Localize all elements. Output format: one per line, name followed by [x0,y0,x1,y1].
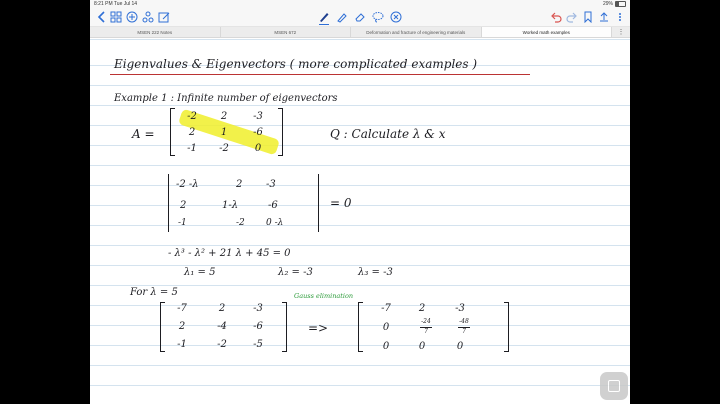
matrix-b-cell: -2 [217,339,227,350]
tab-bar: MSEN 222 Notes MSEN 672 Deformation and … [90,27,630,38]
matrix-c-right-bracket [504,302,509,352]
eigenvalue-3: λ₃ = -3 [358,267,393,278]
tab-label: MSEN 222 Notes [137,29,173,35]
fraction-numerator: -48 [459,318,469,325]
share-icon[interactable] [142,11,154,23]
matrix-c-left-bracket [358,302,363,352]
question-text: Q : Calculate λ & x [330,127,446,141]
matrix-a-cell: 2 [220,111,228,122]
left-letterbox [0,0,90,404]
matrix-b-cell: -7 [177,303,187,314]
for-lambda-label: For λ = 5 [130,287,178,298]
add-page-icon[interactable] [126,11,138,23]
det-cell: -3 [266,179,276,190]
eigenvalue-1: λ₁ = 5 [184,267,216,278]
more-icon[interactable] [614,11,626,23]
upload-icon[interactable] [598,11,610,23]
matrix-a-right-bracket [278,108,283,156]
tab-worked-math-examples[interactable]: Worked math examples [481,27,612,37]
title-underline [110,74,530,75]
note-title: Eigenvalues & Eigenvectors ( more compli… [114,57,478,71]
right-letterbox [630,0,720,404]
det-cell: -2 [236,218,245,228]
tab-label: Worked math examples [522,29,570,35]
gauss-elimination-note: Gauss elimination [294,292,354,300]
fraction-numerator: -24 [421,318,431,325]
matrix-b-right-bracket [282,302,287,352]
matrix-b-cell: -4 [217,321,227,332]
tab-deformation-and-fracture[interactable]: Deformation and fracture of engineering … [351,27,482,37]
matrix-b-cell: -5 [253,339,263,350]
grid-view-icon[interactable] [110,11,122,23]
close-circle-icon[interactable] [390,11,402,23]
battery-icon [615,1,626,7]
det-cell: -6 [268,200,278,211]
eraser-icon[interactable] [354,11,366,23]
matrix-a-left-bracket [170,108,175,156]
matrix-c-cell: 2 [418,303,426,314]
fraction-denominator: 7 [462,328,466,335]
floating-action-button[interactable] [600,372,628,400]
det-cell: 1-λ [222,200,239,211]
back-chevron-icon[interactable] [96,11,108,23]
matrix-a-cell: 2 [188,127,196,138]
matrix-a-cell: -3 [253,111,263,122]
determinant-left-bar [168,174,169,232]
note-page[interactable]: Eigenvalues & Eigenvectors ( more compli… [90,38,630,404]
implies-arrow: => [308,321,329,335]
edit-icon[interactable] [158,11,170,23]
battery-status: 29% [603,1,626,7]
det-cell: -2 -λ [176,179,199,190]
matrix-b-cell: -1 [177,339,187,350]
matrix-a-cell: 0 [254,143,262,154]
matrix-c-cell: 0 [382,322,390,333]
matrix-c-cell: 0 [382,341,390,352]
undo-icon[interactable] [550,11,562,23]
det-cell: -1 [178,218,187,228]
tab-label: MSEN 672 [274,29,297,35]
tabs-more-icon[interactable]: ⋮ [612,27,630,37]
bookmark-icon[interactable] [582,11,594,23]
battery-percent: 29% [602,1,613,7]
characteristic-polynomial: - λ³ - λ² + 21 λ + 45 = 0 [168,248,291,259]
toolbar [90,8,630,27]
matrix-a-cell: 1 [220,127,228,138]
matrix-b-left-bracket [160,302,165,352]
matrix-b-cell: 2 [218,303,226,314]
redo-icon[interactable] [566,11,578,23]
matrix-a-label: A = [132,127,155,141]
fraction-denominator: 7 [424,328,428,335]
determinant-equals: = 0 [330,196,352,210]
matrix-a-cell: -2 [187,111,197,122]
det-cell: 0 -λ [266,218,284,228]
matrix-a-cell: -1 [187,143,197,154]
matrix-c-cell: 0 [456,341,464,352]
lasso-icon[interactable] [372,11,384,23]
status-bar: 8:21 PM Tue Jul 14 29% [90,0,630,8]
tab-label: Deformation and fracture of engineering … [366,29,466,35]
matrix-a-cell: -2 [219,143,229,154]
matrix-b-cell: 2 [178,321,186,332]
determinant-right-bar [318,174,319,232]
matrix-a-cell: -6 [253,127,263,138]
example-heading: Example 1 : Infinite number of eigenvect… [114,93,338,104]
det-cell: 2 [180,200,187,211]
ipad-screen: 8:21 PM Tue Jul 14 29% MSEN 222 Notes MS… [90,0,630,404]
det-cell: 2 [236,179,243,190]
highlighter-icon[interactable] [336,11,348,23]
matrix-c-cell: 0 [418,341,426,352]
status-time: 8:21 PM Tue Jul 14 [94,1,138,7]
pen-icon[interactable] [318,11,330,25]
eigenvalue-2: λ₂ = -3 [278,267,313,278]
tab-msen-672[interactable]: MSEN 672 [221,27,351,37]
matrix-b-cell: -6 [253,321,263,332]
matrix-b-cell: -3 [253,303,263,314]
tab-msen-222-notes[interactable]: MSEN 222 Notes [90,27,221,37]
matrix-c-cell: -7 [381,303,391,314]
matrix-c-cell: -3 [455,303,465,314]
